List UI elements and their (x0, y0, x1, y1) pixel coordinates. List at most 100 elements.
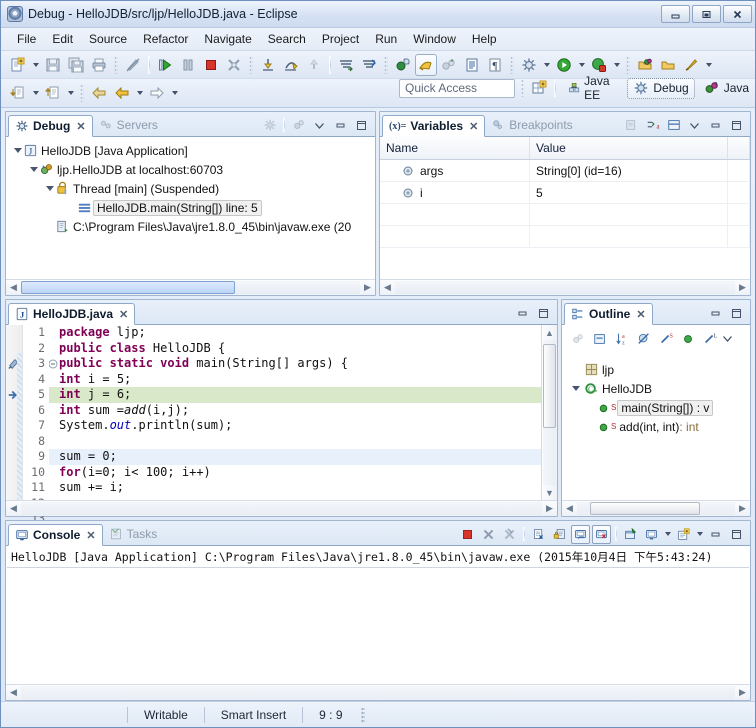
maximize-icon[interactable] (727, 304, 746, 323)
tree-row-process[interactable]: C:\Program Files\Java\jre1.8.0_45\bin\ja… (6, 217, 375, 236)
close-icon[interactable]: ✕ (76, 120, 85, 133)
next-dropdown-arrow[interactable] (65, 82, 76, 104)
menu-file[interactable]: File (9, 30, 44, 48)
menu-run[interactable]: Run (367, 30, 405, 48)
close-icon[interactable]: ✕ (469, 120, 478, 133)
twisty-icon[interactable] (12, 145, 23, 156)
forward-dropdown-arrow[interactable] (134, 82, 145, 104)
close-icon[interactable]: ✕ (119, 308, 128, 321)
perspective-java[interactable]: Java (698, 78, 755, 99)
disconnect-icon[interactable] (223, 54, 245, 76)
next-annotation-icon[interactable] (42, 82, 64, 104)
status-drag-handle[interactable] (360, 706, 365, 723)
new-wizard-icon[interactable] (7, 54, 29, 76)
maximize-icon[interactable] (352, 116, 371, 135)
tree-row-launch[interactable]: J HelloJDB [Java Application] (6, 141, 375, 160)
lock-scroll-icon[interactable] (550, 525, 569, 544)
scroll-right-arrow[interactable]: ▶ (735, 686, 750, 700)
editor-marker-ruler[interactable] (6, 325, 23, 500)
step-into-icon[interactable] (257, 54, 279, 76)
forward-icon[interactable] (111, 82, 133, 104)
close-icon[interactable]: ✕ (636, 308, 645, 321)
maximize-button[interactable] (692, 5, 721, 23)
search-dropdown-arrow[interactable] (703, 54, 714, 76)
scroll-left-arrow[interactable]: ◀ (6, 502, 21, 516)
pin-console-icon[interactable] (621, 525, 640, 544)
menu-refactor[interactable]: Refactor (135, 30, 196, 48)
open-perspective-icon[interactable] (415, 53, 437, 76)
hide-nonpublic-icon[interactable]: S (656, 329, 675, 348)
scroll-thumb[interactable] (21, 281, 235, 294)
debug-launch-icon[interactable] (518, 54, 540, 76)
editor-vscrollbar[interactable]: ▲ ▼ (541, 325, 557, 500)
debug-dropdown-arrow[interactable] (541, 54, 552, 76)
tab-servers[interactable]: Servers (93, 114, 164, 136)
tab-console[interactable]: Console ✕ (8, 524, 103, 546)
hide-local-types-l-icon[interactable]: L (700, 329, 719, 348)
show-console-on-output-icon[interactable] (571, 524, 590, 544)
show-whitespace-icon[interactable]: ¶ (484, 54, 506, 76)
collapse-all-icon[interactable] (289, 116, 308, 135)
step-return-icon[interactable] (303, 54, 325, 76)
hide-static-icon[interactable] (634, 329, 653, 348)
tree-row-stackframe[interactable]: HelloJDB.main(String[]) line: 5 (6, 198, 375, 217)
toggle-mark-occurrences-icon[interactable] (122, 54, 144, 76)
previous-dropdown-arrow[interactable] (30, 82, 41, 104)
twisty-icon[interactable] (570, 383, 581, 394)
resume-icon[interactable] (154, 54, 176, 76)
outline-row-package[interactable]: ljp (562, 360, 750, 379)
save-icon[interactable] (42, 54, 64, 76)
column-header-value[interactable]: Value (530, 137, 728, 159)
clear-console-icon[interactable] (529, 525, 548, 544)
run-dropdown-arrow[interactable] (576, 54, 587, 76)
view-menu-icon[interactable] (685, 116, 704, 135)
scroll-right-arrow[interactable]: ▶ (735, 502, 750, 516)
tab-variables[interactable]: (x)= Variables ✕ (382, 115, 486, 137)
table-row[interactable]: i 5 (380, 182, 750, 204)
scroll-down-arrow[interactable]: ▼ (543, 485, 557, 500)
view-menu-icon[interactable] (310, 116, 329, 135)
quick-access-input[interactable]: Quick Access (399, 78, 515, 98)
table-row[interactable] (380, 204, 750, 226)
disconnect-all-icon[interactable] (260, 116, 279, 135)
show-logical-structure-icon[interactable]: a (643, 116, 662, 135)
new-dropdown-arrow[interactable] (30, 54, 41, 76)
scroll-up-arrow[interactable]: ▲ (543, 325, 557, 340)
step-over-icon[interactable] (280, 54, 302, 76)
menu-window[interactable]: Window (405, 30, 464, 48)
menu-navigate[interactable]: Navigate (196, 30, 259, 48)
open-type-icon[interactable] (634, 54, 656, 76)
menu-search[interactable]: Search (260, 30, 314, 48)
scroll-track[interactable] (395, 281, 735, 294)
scroll-left-arrow[interactable]: ◀ (6, 281, 21, 295)
console-hscrollbar[interactable]: ◀ ▶ (6, 684, 750, 700)
drop-to-frame-icon[interactable] (358, 54, 380, 76)
twisty-icon[interactable] (28, 164, 39, 175)
close-button[interactable] (723, 5, 752, 23)
table-row[interactable]: args String[0] (id=16) (380, 160, 750, 182)
minimize-button[interactable] (661, 5, 690, 23)
terminate-icon[interactable] (458, 525, 477, 544)
terminate-icon[interactable] (200, 54, 222, 76)
skip-breakpoints-icon[interactable] (392, 54, 414, 76)
maximize-icon[interactable] (534, 304, 553, 323)
use-step-filters-icon[interactable] (335, 54, 357, 76)
perspective-debug[interactable]: Debug (627, 77, 695, 99)
fold-collapse-icon[interactable] (49, 357, 58, 371)
tab-hellojdb-java[interactable]: J HelloJDB.java ✕ (8, 303, 136, 325)
open-console-dropdown-arrow[interactable] (695, 526, 704, 543)
tree-row-thread[interactable]: Thread [main] (Suspended) (6, 179, 375, 198)
menu-project[interactable]: Project (314, 30, 367, 48)
tab-debug[interactable]: Debug ✕ (8, 115, 93, 137)
scroll-track[interactable] (21, 281, 360, 294)
search-icon[interactable] (680, 54, 702, 76)
collapse-all-icon[interactable] (622, 116, 641, 135)
suspend-icon[interactable] (177, 54, 199, 76)
minimize-icon[interactable] (331, 116, 350, 135)
scroll-right-arrow[interactable]: ▶ (542, 502, 557, 516)
minimize-icon[interactable] (706, 525, 725, 544)
tab-outline[interactable]: Outline ✕ (564, 303, 653, 325)
close-icon[interactable]: ✕ (86, 529, 95, 542)
print-icon[interactable] (88, 54, 110, 76)
editor-text-area[interactable]: package ljp; public class HelloJDB { pub… (49, 325, 541, 500)
